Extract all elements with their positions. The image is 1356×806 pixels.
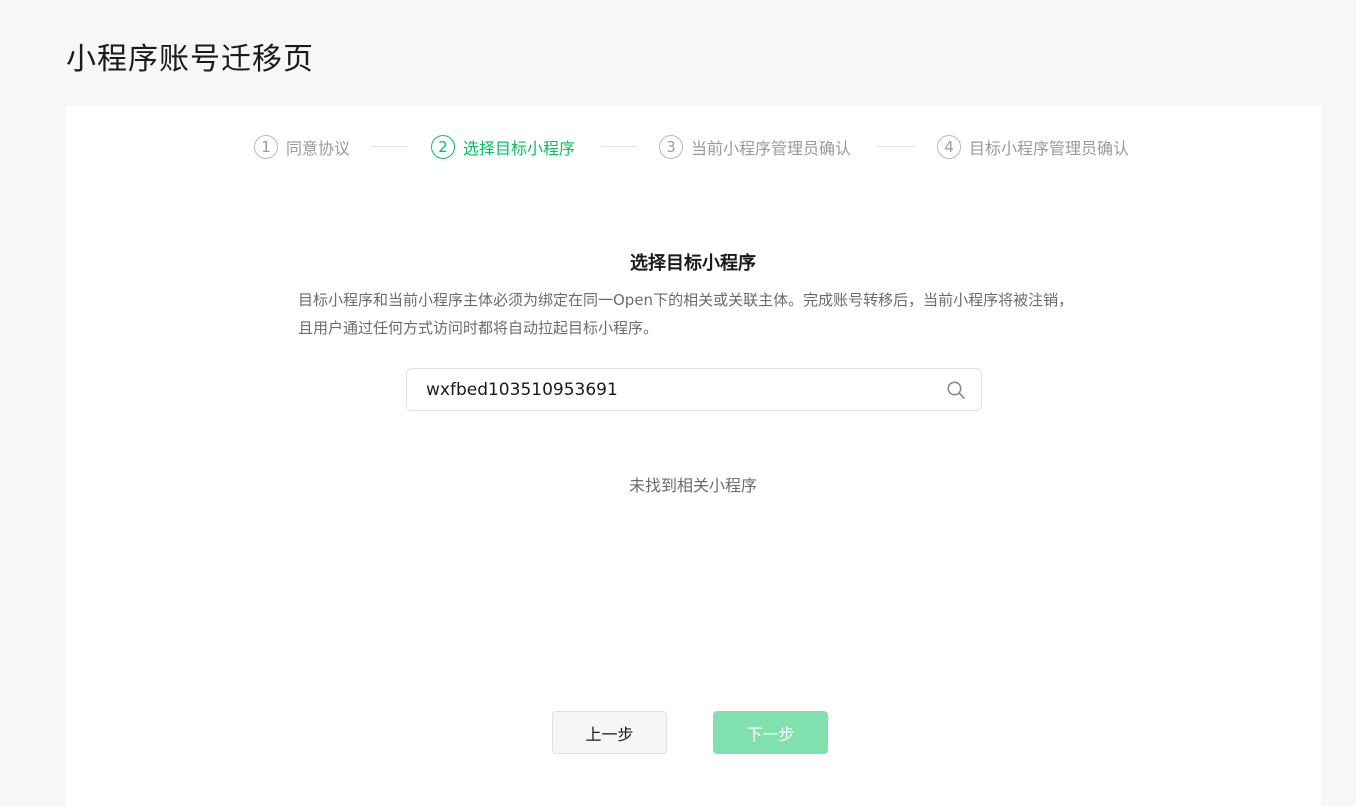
- step-1: 1 同意协议: [254, 134, 350, 160]
- prev-step-button[interactable]: 上一步: [552, 711, 667, 754]
- next-step-button[interactable]: 下一步: [713, 711, 828, 754]
- step-4-number: 4: [937, 135, 961, 159]
- step-4: 4 目标小程序管理员确认: [937, 134, 1129, 160]
- search-icon[interactable]: [945, 379, 967, 401]
- empty-result-text: 未找到相关小程序: [628, 476, 757, 495]
- step-4-label: 目标小程序管理员确认: [969, 139, 1130, 158]
- migration-card: [65, 106, 1322, 806]
- search-input[interactable]: [407, 369, 945, 410]
- steps-indicator: 1 同意协议 2 选择目标小程序 3 当前小程序管理员确认 4 目标小程序管理员…: [0, 134, 1356, 160]
- step-2-number: 2: [431, 135, 455, 159]
- step-3: 3 当前小程序管理员确认: [659, 134, 851, 160]
- section-description: 目标小程序和当前小程序主体必须为绑定在同一Open下的相关或关联主体。完成账号转…: [298, 291, 1074, 337]
- step-3-label: 当前小程序管理员确认: [691, 139, 852, 158]
- step-2: 2 选择目标小程序: [431, 134, 575, 160]
- page-title: 小程序账号迁移页: [66, 42, 314, 77]
- step-connector-2: [601, 146, 636, 147]
- step-3-number: 3: [659, 135, 683, 159]
- step-connector-3: [878, 146, 914, 147]
- section-title: 选择目标小程序: [630, 253, 756, 274]
- step-1-number: 1: [254, 135, 278, 159]
- step-1-label: 同意协议: [286, 139, 351, 158]
- step-connector-1: [372, 146, 408, 147]
- step-2-label: 选择目标小程序: [463, 139, 576, 158]
- search-box: [406, 368, 982, 411]
